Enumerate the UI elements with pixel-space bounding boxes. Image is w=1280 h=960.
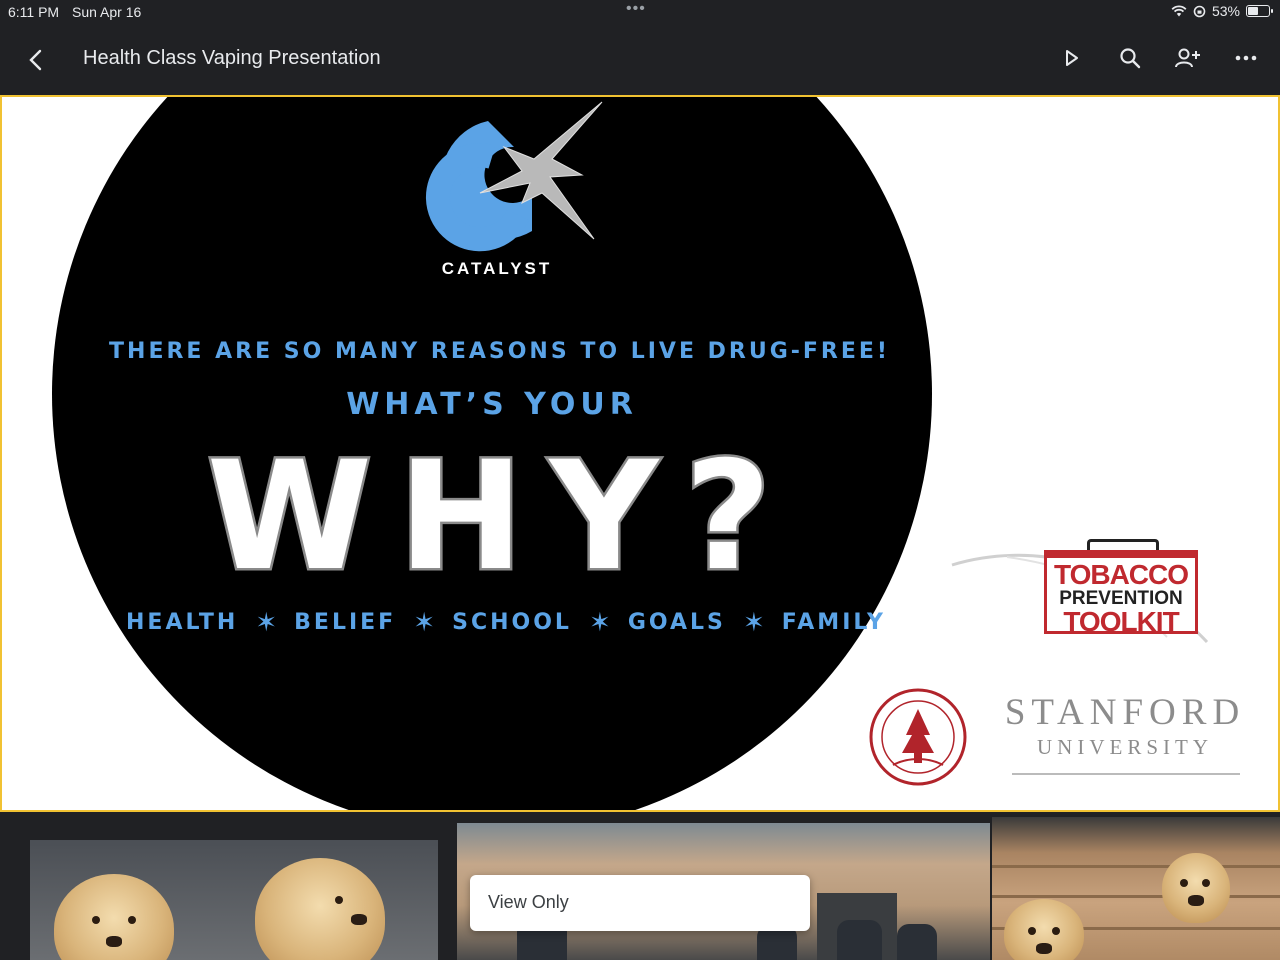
wifi-icon [1171, 5, 1187, 17]
tobacco-toolkit-logo: TOBACCO PREVENTION TOOLKIT [1044, 539, 1198, 637]
dog-eye [1028, 927, 1036, 935]
dog-nose [106, 936, 122, 947]
reason-family: FAMILY [781, 610, 886, 635]
reasons-list: HEALTH ✶ BELIEF ✶ SCHOOL ✶ GOALS ✶ FAMIL… [126, 607, 886, 638]
status-indicators: 53% [1171, 3, 1273, 19]
stanford-subtitle: UNIVERSITY [1037, 735, 1213, 759]
current-slide[interactable]: CATALYST THERE ARE SO MANY REASONS TO LI… [0, 95, 1280, 812]
sparkle-icon: ✶ [588, 607, 611, 637]
slide-question-lead: WHAT’S YOUR [346, 387, 638, 422]
person-figure [897, 924, 937, 960]
dog-nose [1188, 895, 1204, 906]
present-button[interactable] [1056, 42, 1088, 74]
reason-health: HEALTH [126, 610, 239, 635]
status-time: 6:11 PM [8, 4, 60, 20]
toolbar-actions [1056, 42, 1262, 74]
dog-eye [1180, 879, 1188, 887]
play-icon [1066, 50, 1078, 66]
dogs-photo[interactable] [30, 840, 438, 960]
rotation-lock-icon [1193, 5, 1206, 17]
share-button[interactable] [1172, 42, 1204, 74]
search-button[interactable] [1114, 42, 1146, 74]
document-title: Health Class Vaping Presentation [83, 47, 381, 69]
status-bar: 6:11 PM Sun Apr 16 ••• 53% [0, 0, 1280, 24]
dogs-stairs-photo[interactable] [992, 817, 1280, 960]
dog-image [1162, 853, 1230, 923]
dog-nose [1036, 943, 1052, 954]
reason-goals: GOALS [627, 610, 726, 635]
multitasking-dots-icon[interactable]: ••• [626, 0, 646, 18]
sparkle-icon: ✶ [413, 607, 436, 637]
slide-why-title: WHY? [204, 430, 798, 604]
view-only-toast: View Only [470, 875, 810, 931]
slide-headline: THERE ARE SO MANY REASONS TO LIVE DRUG-F… [109, 339, 890, 364]
battery-percent: 53% [1211, 3, 1240, 19]
reason-belief: BELIEF [294, 610, 397, 635]
dog-image [54, 874, 174, 960]
status-date: Sun Apr 16 [72, 4, 142, 20]
stair-step [992, 865, 1280, 868]
dog-eye [128, 916, 136, 924]
dog-eye [1052, 927, 1060, 935]
dog-eye [335, 896, 343, 904]
more-button[interactable] [1230, 42, 1262, 74]
catalyst-logo-text: CATALYST [441, 259, 553, 278]
search-icon [1120, 48, 1141, 69]
catalyst-logo-icon [425, 101, 603, 252]
toolbox-lid [1044, 550, 1198, 558]
app-bar: Health Class Vaping Presentation [0, 24, 1280, 94]
stair-step [992, 895, 1280, 898]
back-icon [29, 49, 42, 71]
dog-eye [92, 916, 100, 924]
stanford-seal-icon [869, 688, 967, 786]
more-icon [1235, 55, 1257, 61]
sparkle-icon: ✶ [255, 607, 278, 637]
dog-image [1004, 899, 1084, 960]
toolkit-line1: TOBACCO [1053, 559, 1189, 590]
battery-icon [1246, 5, 1273, 17]
person-figure [837, 920, 882, 960]
dog-eye [1202, 879, 1210, 887]
back-button[interactable] [22, 46, 50, 74]
stanford-underline [1012, 773, 1240, 775]
toolkit-line3: TOOLKIT [1063, 606, 1179, 637]
reason-school: SCHOOL [452, 610, 572, 635]
dog-image [255, 858, 385, 960]
stanford-wordmark: STANFORD [1004, 692, 1246, 733]
dog-nose [351, 914, 367, 925]
sparkle-icon: ✶ [742, 607, 765, 637]
add-person-icon [1175, 48, 1200, 68]
